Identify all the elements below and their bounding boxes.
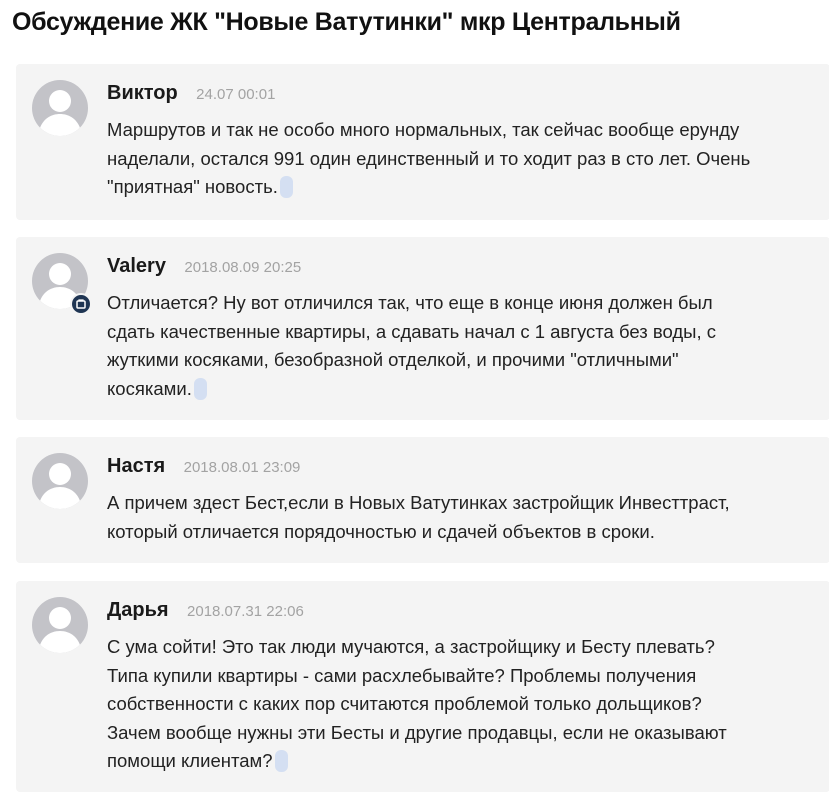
comment-text-line: косяками. xyxy=(107,377,192,399)
comment-text-line: сдать качественные квартиры, а сдавать н… xyxy=(107,320,717,342)
comment-author[interactable]: Valery xyxy=(107,255,166,277)
comment-card: Виктор 24.07 00:01 Маршрутов и так не ос… xyxy=(16,64,829,220)
comment-text-line: Зачем вообще нужны эти Бесты и другие пр… xyxy=(107,721,727,743)
avatar[interactable] xyxy=(32,453,88,509)
comment-text-line: помощи клиентам? xyxy=(107,750,273,771)
comment-text-line: С ума сойти! Это так люди мучаются, а за… xyxy=(107,636,715,657)
text-marker xyxy=(279,176,293,198)
comment-date: 2018.08.09 20:25 xyxy=(184,259,302,276)
comment-card: Valery 2018.08.09 20:25 Отличается? Ну в… xyxy=(16,237,829,420)
comment-text-line: Маршрутов и так не особо много нормальны… xyxy=(107,119,740,140)
comment-text-line: жуткими косяками, безобразной отделкой, … xyxy=(107,349,679,370)
user-silhouette-icon xyxy=(38,607,82,653)
comment-text: Маршрутов и так не особо много нормальны… xyxy=(107,116,817,202)
user-silhouette-icon xyxy=(38,463,82,509)
comment-header: Valery 2018.08.09 20:25 xyxy=(107,255,301,278)
comment-text: С ума сойти! Это так люди мучаются, а за… xyxy=(107,633,817,776)
comment-text-line: наделали, остался 991 один единственный … xyxy=(107,147,751,169)
comment-date: 24.07 00:01 xyxy=(196,86,276,103)
comment-header: Виктор 24.07 00:01 xyxy=(107,82,275,105)
text-marker xyxy=(193,377,207,400)
comment-text-line: Отличается? Ну вот отличился так, что ещ… xyxy=(107,292,713,313)
comment-author[interactable]: Настя xyxy=(107,455,165,477)
page-title: Обсуждение ЖК "Новые Ватутинки" мкр Цент… xyxy=(12,8,681,36)
comment-card: Настя 2018.08.01 23:09 А причем здест Бе… xyxy=(16,437,829,563)
comment-text-line: А причем здест Бест,если в Новых Ватутин… xyxy=(107,492,730,513)
comment-card: Дарья 2018.07.31 22:06 С ума сойти! Это … xyxy=(16,581,829,792)
comment-text-line: "приятная" новость. xyxy=(107,176,278,197)
text-marker xyxy=(274,750,288,772)
comment-author[interactable]: Виктор xyxy=(107,82,178,104)
comment-header: Дарья 2018.07.31 22:06 xyxy=(107,599,304,622)
comment-text-line: собственности с каких пор считаются проб… xyxy=(107,693,702,714)
comment-text: А причем здест Бест,если в Новых Ватутин… xyxy=(107,489,817,546)
comment-author[interactable]: Дарья xyxy=(107,599,169,621)
comment-text: Отличается? Ну вот отличился так, что ещ… xyxy=(107,289,817,403)
comment-date: 2018.07.31 22:06 xyxy=(187,603,304,620)
user-silhouette-icon xyxy=(38,90,82,136)
comment-text-line: Типа купили квартиры - сами расхлебывайт… xyxy=(107,664,697,686)
avatar[interactable] xyxy=(32,80,88,136)
verified-badge-icon xyxy=(70,293,92,315)
comment-header: Настя 2018.08.01 23:09 xyxy=(107,455,300,478)
comment-text-line: который отличается порядочностью и сдаче… xyxy=(107,520,655,542)
avatar[interactable] xyxy=(32,597,88,653)
comment-date: 2018.08.01 23:09 xyxy=(183,459,301,476)
